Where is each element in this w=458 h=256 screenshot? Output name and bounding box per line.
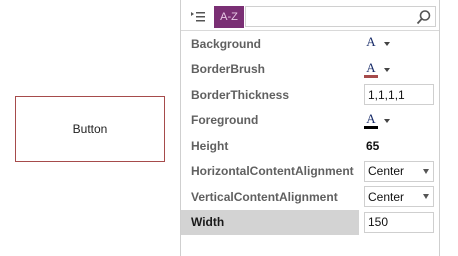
property-row-background[interactable]: Background A (181, 31, 439, 57)
property-name: Width (181, 209, 359, 235)
categorized-view-button[interactable] (187, 7, 209, 27)
property-value[interactable]: Center (359, 184, 439, 210)
property-grid: Background A BorderBrush A BorderThickne… (181, 31, 439, 235)
dropdown-value: Center (368, 164, 405, 178)
brush-swatch (364, 125, 378, 129)
search-icon[interactable] (416, 9, 432, 25)
property-name: HorizontalContentAlignment (191, 164, 354, 179)
alphabetical-view-button[interactable]: A-Z (214, 6, 244, 28)
property-name: BorderThickness (191, 87, 290, 102)
alphabetical-label: A-Z (220, 11, 238, 23)
properties-panel: A-Z Background A BorderBrush A BorderThi… (180, 0, 440, 256)
dropdown-value: Center (368, 189, 405, 204)
horizontal-alignment-dropdown[interactable]: Center (364, 160, 434, 182)
property-name: BorderBrush (191, 62, 266, 77)
property-row-verticalcontentalignment[interactable]: VerticalContentAlignment Center (181, 184, 439, 210)
property-value[interactable]: A (359, 108, 439, 134)
property-row-horizontalcontentalignment[interactable]: HorizontalContentAlignment Center (181, 159, 439, 185)
property-value[interactable]: 65 (359, 133, 439, 159)
property-name: Height (191, 138, 229, 153)
brush-picker[interactable]: A (364, 34, 394, 54)
brush-picker[interactable]: A (364, 111, 394, 131)
property-search-input[interactable] (245, 6, 436, 27)
property-row-borderthickness[interactable]: BorderThickness 1,1,1,1 (181, 82, 439, 108)
property-row-height[interactable]: Height 65 (181, 133, 439, 159)
chevron-down-icon (384, 118, 390, 123)
chevron-down-icon (384, 67, 390, 72)
property-value[interactable]: Center (359, 159, 439, 185)
property-row-borderbrush[interactable]: BorderBrush A (181, 57, 439, 83)
property-row-width[interactable]: Width 150 (181, 209, 439, 236)
vertical-alignment-dropdown[interactable]: Center (364, 186, 434, 207)
property-value[interactable]: 1,1,1,1 (359, 82, 439, 108)
brush-letter: A (366, 34, 376, 49)
list-icon (191, 12, 205, 22)
design-surface: Button (0, 0, 180, 256)
property-name: VerticalContentAlignment (191, 189, 338, 204)
preview-button[interactable]: Button (15, 96, 165, 162)
brush-letter: A (366, 110, 376, 126)
brush-swatch (364, 74, 378, 78)
borderthickness-input[interactable]: 1,1,1,1 (364, 84, 434, 105)
chevron-down-icon (384, 42, 390, 46)
height-value[interactable]: 65 (366, 139, 379, 153)
brush-picker[interactable]: A (364, 60, 394, 80)
property-value[interactable]: A (359, 57, 439, 83)
chevron-down-icon (423, 194, 429, 199)
property-name: Foreground (191, 113, 259, 128)
property-name: Background (191, 36, 262, 51)
properties-toolbar: A-Z (181, 4, 439, 31)
chevron-down-icon (423, 168, 429, 174)
width-input[interactable]: 150 (364, 211, 434, 233)
property-row-foreground[interactable]: Foreground A (181, 108, 439, 134)
property-value[interactable]: 150 (359, 210, 439, 236)
preview-button-label: Button (72, 122, 108, 136)
property-value[interactable]: A (359, 31, 439, 57)
brush-letter: A (366, 59, 376, 75)
